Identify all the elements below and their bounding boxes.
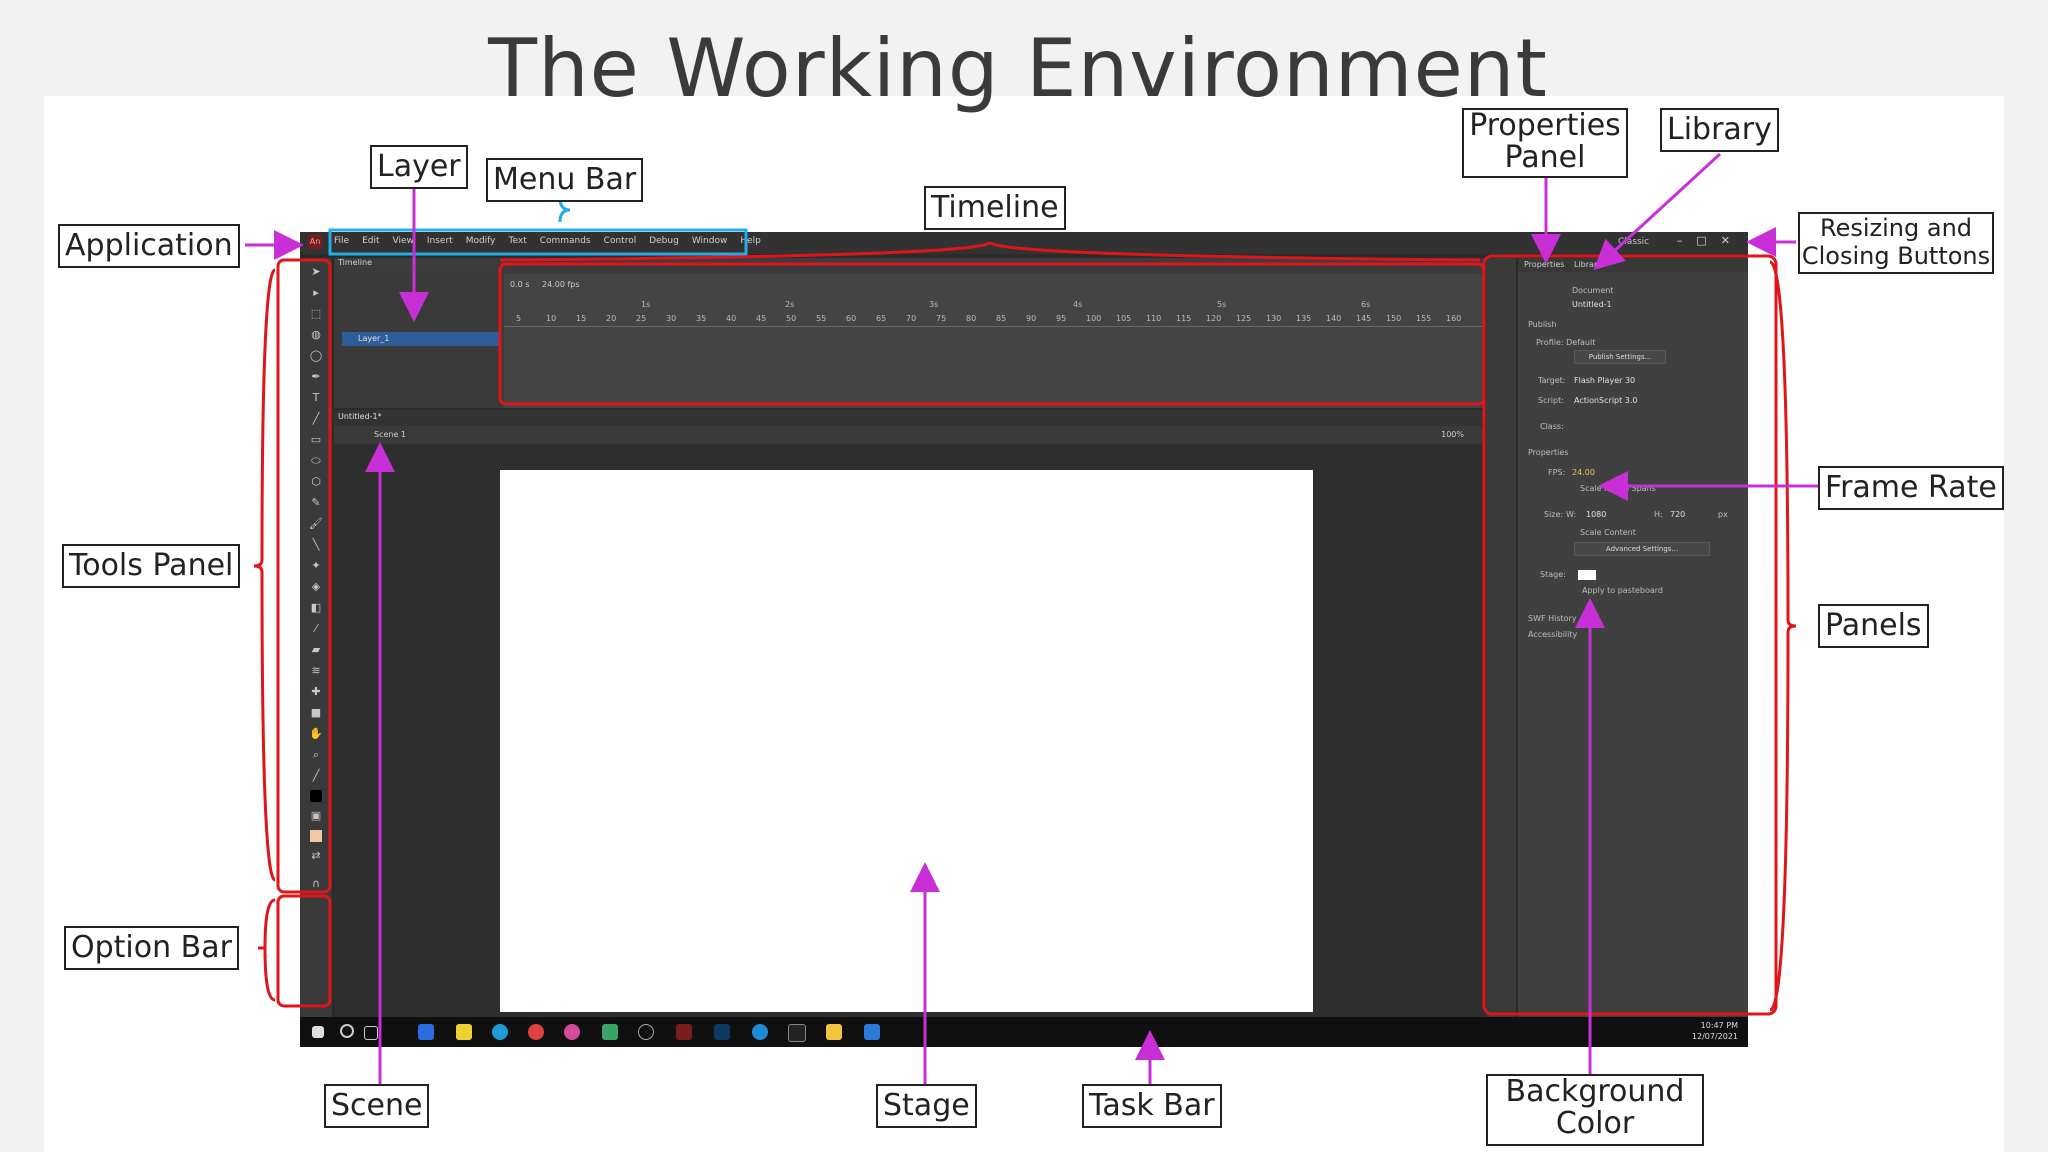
label-resizing-line1: Resizing and bbox=[1819, 214, 1973, 242]
tools-panel-highlight bbox=[276, 258, 332, 894]
option-bar-highlight bbox=[276, 894, 332, 1008]
label-frame-rate: Frame Rate bbox=[1818, 466, 2004, 510]
label-background-color-line2: Color bbox=[1555, 1106, 1635, 1141]
label-option-bar: Option Bar bbox=[64, 926, 239, 970]
label-background-color-line1: Background bbox=[1505, 1074, 1685, 1109]
annotation-overlay bbox=[245, 152, 1818, 1084]
label-properties-panel: Properties Panel bbox=[1462, 108, 1628, 178]
label-application: Application bbox=[58, 224, 240, 268]
label-scene: Scene bbox=[324, 1084, 430, 1128]
label-layer: Layer bbox=[370, 145, 468, 189]
label-tools-panel: Tools Panel bbox=[62, 544, 241, 588]
label-resizing-closing-buttons: Resizing and Closing Buttons bbox=[1798, 212, 1994, 274]
label-library: Library bbox=[1660, 108, 1779, 152]
label-panels: Panels bbox=[1818, 604, 1929, 648]
label-task-bar: Task Bar bbox=[1082, 1084, 1222, 1128]
panels-highlight bbox=[1482, 254, 1778, 1016]
label-stage: Stage bbox=[876, 1084, 977, 1128]
label-menu-bar: Menu Bar bbox=[486, 158, 644, 202]
label-timeline: Timeline bbox=[924, 186, 1066, 230]
timeline-highlight bbox=[498, 262, 1486, 406]
menu-bar-highlight bbox=[328, 228, 748, 256]
label-background-color: Background Color bbox=[1486, 1074, 1704, 1146]
label-resizing-line2: Closing Buttons bbox=[1801, 242, 1991, 270]
label-properties-panel-line1: Properties bbox=[1469, 108, 1621, 143]
label-properties-panel-line2: Panel bbox=[1504, 140, 1586, 175]
